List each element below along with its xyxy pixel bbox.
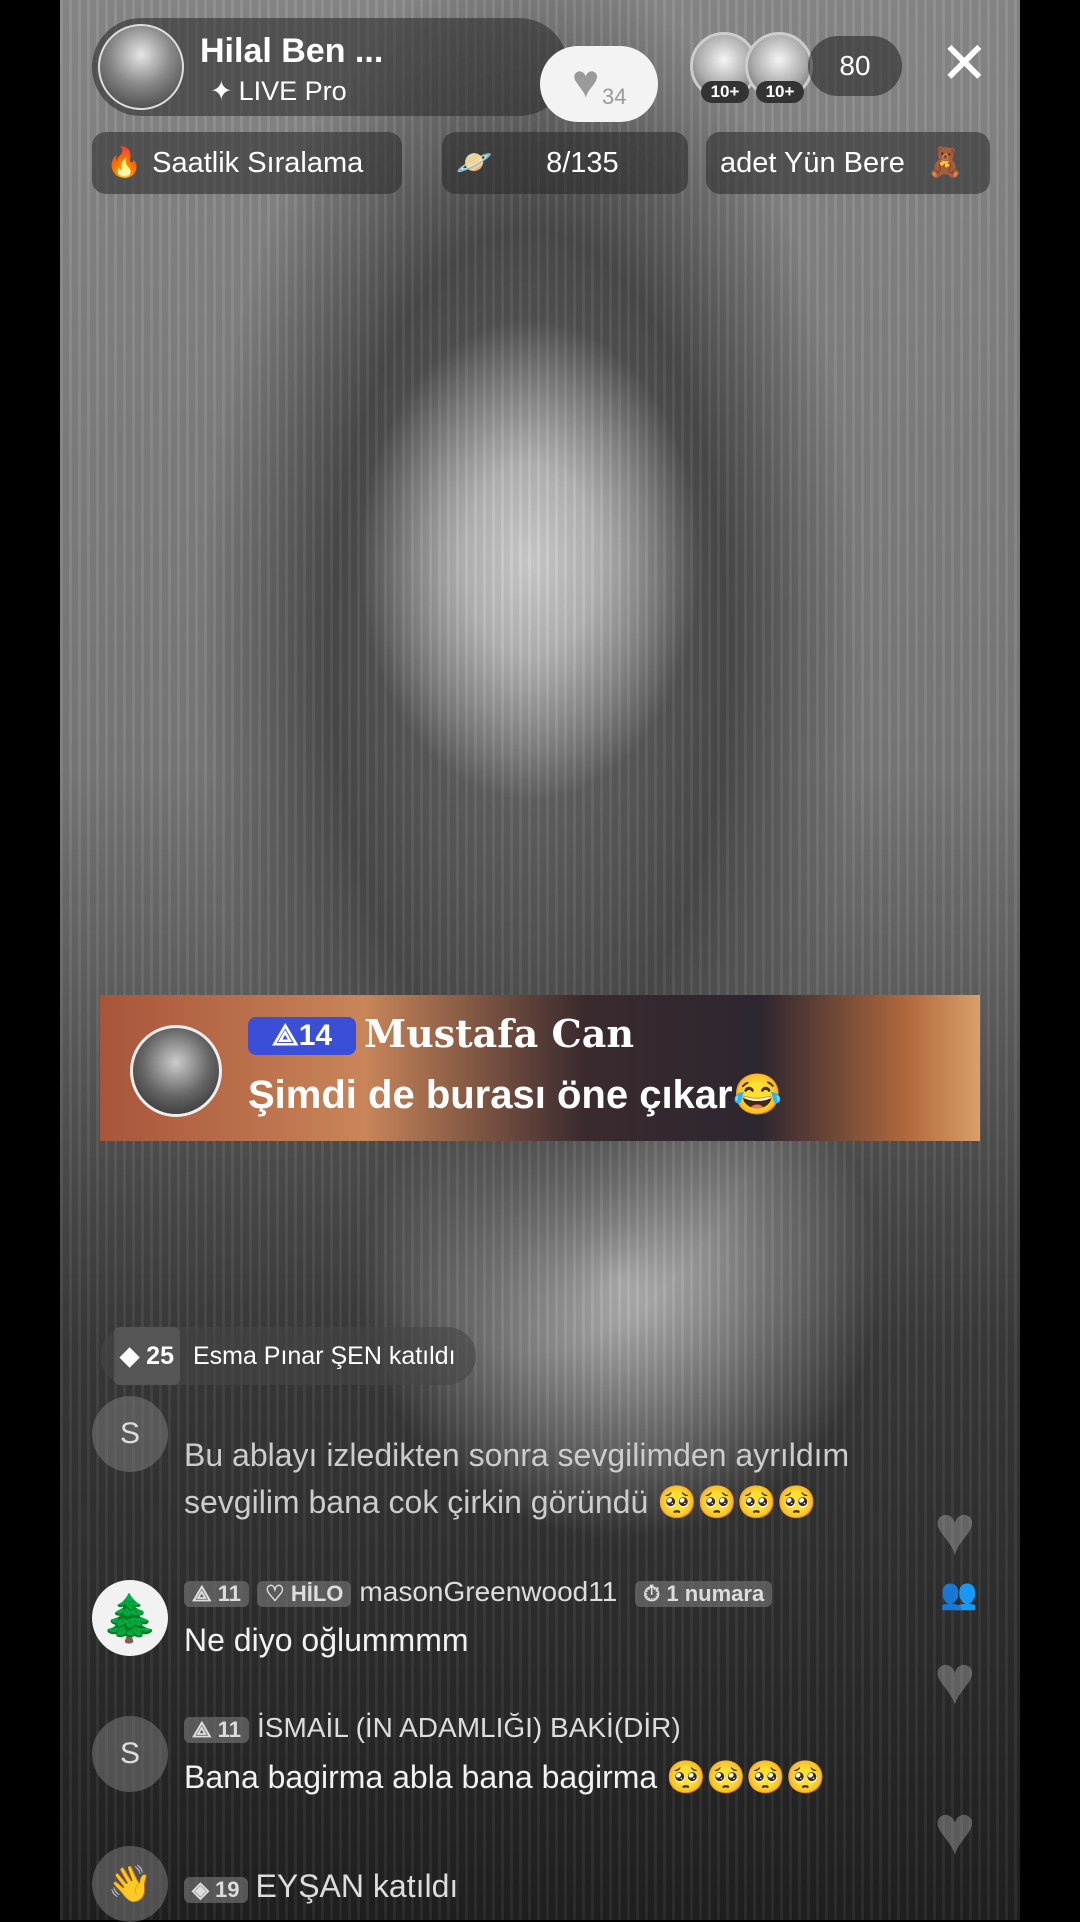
top-viewer-avatar-2[interactable]: 10+ — [745, 32, 813, 103]
chat-message-header: ⟁ 11 İSMAİL (İN ADAMLIĞI) BAKİ(DİR) — [184, 1712, 681, 1744]
diamond-badge: ◆ 25 — [114, 1327, 180, 1385]
fan-club-label: HİLO — [290, 1581, 344, 1606]
like-count: 34 — [602, 84, 627, 109]
featured-comment-text: Şimdi de burası öne çıkar😂 — [248, 1073, 783, 1117]
commenter-username[interactable]: Mustafa Can — [364, 1011, 634, 1056]
diamond-level: 19 — [215, 1877, 240, 1902]
fan-club-badge: ♡ HİLO — [257, 1581, 352, 1607]
join-notification: ◈ 19 EYŞAN katıldı — [184, 1868, 458, 1905]
chat-avatar[interactable]: S — [92, 1396, 168, 1472]
wave-icon: 👋 — [92, 1846, 168, 1922]
floating-heart-icon: ♥ — [934, 1491, 976, 1569]
host-name: Hilal Ben ... — [200, 32, 384, 70]
level-number: 14 — [298, 1019, 333, 1052]
floating-heart-icon: ♥ — [934, 1641, 976, 1719]
level-badge: ⟁ 11 — [184, 1581, 250, 1607]
goal-progress: 8/135 — [546, 147, 619, 179]
gift-icon: 🧸 — [926, 147, 964, 179]
host-subtitle-label: LIVE Pro — [238, 76, 347, 106]
level-badge: ⟁ 11 — [184, 1717, 250, 1743]
follow-user-icon[interactable]: 👥 — [940, 1577, 977, 1612]
host-info-pill[interactable]: Hilal Ben ... ✦ LIVE Pro ♥ 34 — [92, 18, 658, 122]
ranking-label: Saatlik Sıralama — [152, 147, 364, 179]
goal-progress-chip[interactable]: 🪐 8/135 — [442, 132, 688, 194]
viewer-rank-tag: 10+ — [701, 81, 749, 103]
featured-comment-banner[interactable]: ⟁14 Mustafa Can Şimdi de burası öne çıka… — [100, 995, 980, 1141]
like-button[interactable]: ♥ 34 — [540, 46, 658, 122]
rank-label: 1 numara — [666, 1581, 765, 1606]
heart-icon: ♥ — [572, 55, 600, 107]
level-number: 11 — [217, 1581, 242, 1606]
gift-goal-chip[interactable]: adet Yün Bere 🧸 — [706, 132, 990, 194]
viewer-rank-tag: 10+ — [756, 81, 804, 103]
host-avatar[interactable] — [98, 24, 184, 110]
chat-avatar[interactable]: 🌲 — [92, 1580, 168, 1656]
chat-message-header: ⟁ 11 ♡ HİLO masonGreenwood11 ⏱ 1 numara — [184, 1576, 780, 1608]
diamond-level: 25 — [146, 1342, 174, 1370]
join-notification: ◆ 25 Esma Pınar ŞEN katıldı — [100, 1327, 476, 1385]
commenter-avatar[interactable] — [130, 1025, 222, 1117]
chat-message-text: sevgilim bana cok çirkin göründü 🥺🥺🥺🥺 — [184, 1484, 817, 1520]
join-text: EYŞAN katıldı — [255, 1868, 459, 1904]
chat-message-text: Bu ablayı izledikten sonra sevgilimden a… — [184, 1437, 850, 1473]
chat-message-text: Ne diyo oğlummmm — [184, 1622, 469, 1658]
level-badge: ⟁14 — [248, 1017, 356, 1055]
viewer-count-button[interactable]: 80 — [808, 36, 902, 96]
floating-heart-icon: ♥ — [934, 1791, 976, 1869]
close-icon[interactable]: ✕ — [940, 34, 989, 94]
host-subtitle: ✦ LIVE Pro — [210, 76, 347, 107]
chat-message-text: Bana bagirma abla bana bagirma 🥺🥺🥺🥺 — [184, 1759, 826, 1795]
sparkle-icon: ✦ — [210, 76, 233, 106]
planet-icon: 🪐 — [456, 147, 493, 179]
rank-badge: ⏱ 1 numara — [635, 1581, 773, 1607]
chat-username[interactable]: masonGreenwood11 — [359, 1576, 617, 1607]
chat-username[interactable]: İSMAİL (İN ADAMLIĞI) BAKİ(DİR) — [257, 1712, 681, 1743]
gift-goal-label: adet Yün Bere — [720, 147, 905, 179]
level-number: 11 — [217, 1717, 242, 1742]
chat-avatar[interactable]: S — [92, 1716, 168, 1792]
level-icon: ⟁ — [271, 1019, 299, 1052]
join-text: Esma Pınar ŞEN katıldı — [192, 1342, 456, 1370]
flame-icon: 🔥 — [106, 147, 143, 179]
hourly-ranking-chip[interactable]: 🔥 Saatlik Sıralama — [92, 132, 402, 194]
diamond-badge: ◈ 19 — [184, 1877, 248, 1903]
